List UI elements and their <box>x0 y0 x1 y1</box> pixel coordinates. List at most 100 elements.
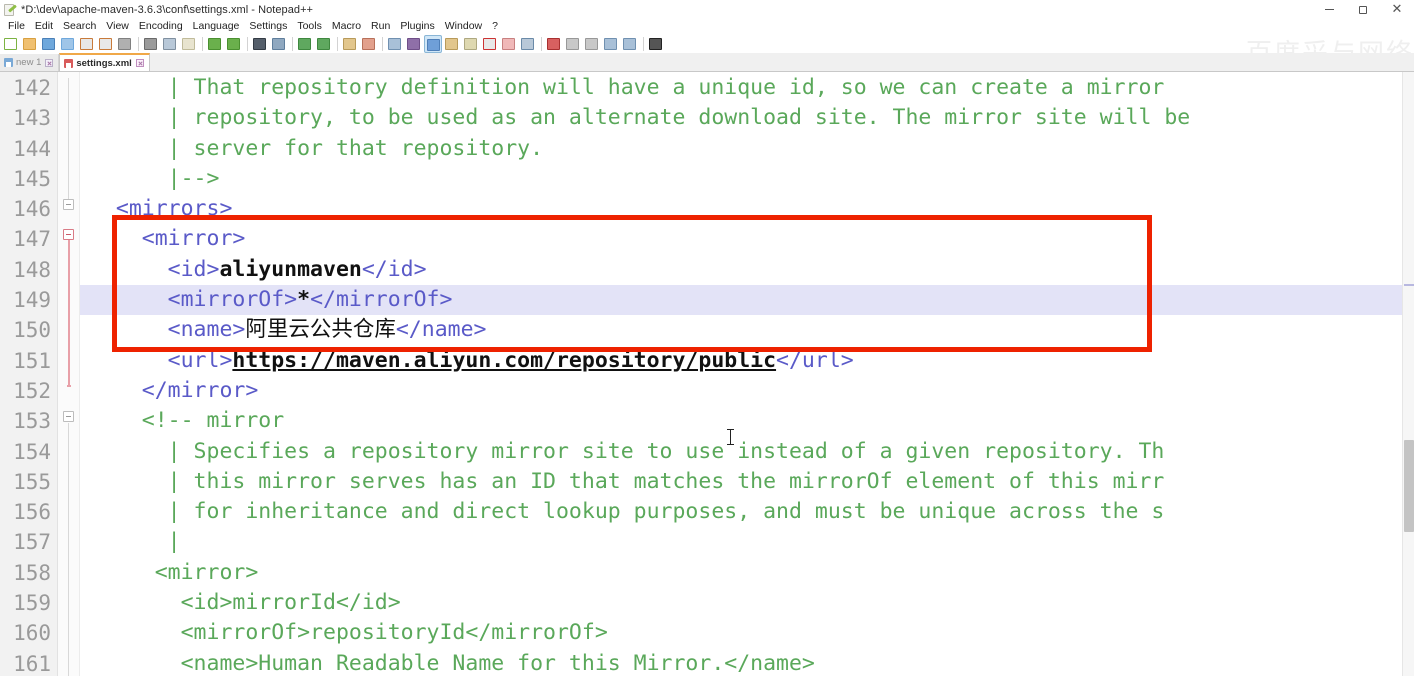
code-line[interactable]: <id>mirrorId</id> <box>80 588 1414 618</box>
code-token-cmt: | Specifies a repository mirror site to … <box>90 438 1165 464</box>
tab-bar: new 1 settings.xml <box>0 53 1414 72</box>
vertical-scrollbar[interactable] <box>1402 72 1414 676</box>
line-number: 145 <box>13 166 51 191</box>
sync-h-scroll-icon[interactable] <box>360 35 378 53</box>
tab-label: settings.xml <box>76 57 132 69</box>
paste-icon[interactable] <box>180 35 198 53</box>
code-token-cmt: | for inheritance and direct lookup purp… <box>90 499 1165 525</box>
code-line[interactable]: <mirror> <box>80 558 1414 588</box>
copy-icon[interactable] <box>161 35 179 53</box>
code-token-tag: <mirror> <box>90 226 246 252</box>
code-line[interactable]: |--> <box>80 164 1414 194</box>
close-button[interactable]: ✕ <box>1380 0 1414 19</box>
code-line[interactable]: <mirrorOf>repositoryId</mirrorOf> <box>80 618 1414 648</box>
code-token-tag: </mirrorOf> <box>310 287 453 313</box>
code-line[interactable]: | That repository definition will have a… <box>80 73 1414 103</box>
record-macro-icon[interactable] <box>545 35 563 53</box>
code-line[interactable]: <mirrors> <box>80 194 1414 224</box>
line-number: 148 <box>13 257 51 282</box>
code-line[interactable]: | Specifies a repository mirror site to … <box>80 437 1414 467</box>
menu-item-edit[interactable]: Edit <box>30 19 58 34</box>
tab-new-1[interactable]: new 1 <box>0 54 60 71</box>
menu-item-search[interactable]: Search <box>58 19 101 34</box>
code-line[interactable]: </mirror> <box>80 376 1414 406</box>
menu-item-settings[interactable]: Settings <box>244 19 292 34</box>
code-view[interactable]: | That repository definition will have a… <box>80 72 1414 676</box>
save-all-icon[interactable] <box>59 35 77 53</box>
code-line[interactable]: <mirror> <box>80 224 1414 254</box>
close-all-icon[interactable] <box>97 35 115 53</box>
stop-macro-icon[interactable] <box>564 35 582 53</box>
new-file-icon[interactable] <box>2 35 20 53</box>
zoom-in-icon[interactable] <box>296 35 314 53</box>
cut-icon[interactable] <box>142 35 160 53</box>
sync-v-scroll-icon[interactable] <box>341 35 359 53</box>
code-line[interactable]: <!-- mirror <box>80 406 1414 436</box>
run-macro-multi-icon[interactable] <box>602 35 620 53</box>
print-icon[interactable] <box>116 35 134 53</box>
open-file-icon[interactable] <box>21 35 39 53</box>
all-chars-icon[interactable] <box>405 35 423 53</box>
undo-icon[interactable] <box>206 35 224 53</box>
code-line[interactable]: | server for that repository. <box>80 134 1414 164</box>
save-state-icon <box>64 58 74 68</box>
replace-icon[interactable] <box>270 35 288 53</box>
maximize-button[interactable] <box>1346 0 1380 19</box>
notepadpp-window: *D:\dev\apache-maven-3.6.3\conf\settings… <box>0 0 1414 676</box>
menu-item-language[interactable]: Language <box>188 19 245 34</box>
code-line[interactable]: <url>https://maven.aliyun.com/repository… <box>80 346 1414 376</box>
monitor-icon[interactable] <box>519 35 537 53</box>
indent-guide-icon[interactable] <box>424 35 442 53</box>
line-number: 154 <box>13 439 51 464</box>
code-line[interactable]: | repository, to be used as an alternate… <box>80 103 1414 133</box>
menu-item-file[interactable]: File <box>3 19 30 34</box>
menu-item-run[interactable]: Run <box>366 19 395 34</box>
function-list-icon[interactable] <box>481 35 499 53</box>
close-tab-icon[interactable] <box>45 58 54 67</box>
scrollbar-marker <box>1404 284 1414 286</box>
run-icon[interactable] <box>647 35 665 53</box>
code-token-tag: <mirrors> <box>90 196 233 222</box>
find-icon[interactable] <box>251 35 269 53</box>
line-number: 152 <box>13 378 51 403</box>
menu-item-plugins[interactable]: Plugins <box>395 19 439 34</box>
line-number: 144 <box>13 136 51 161</box>
word-wrap-icon[interactable] <box>386 35 404 53</box>
zoom-out-icon[interactable] <box>315 35 333 53</box>
play-macro-icon[interactable] <box>583 35 601 53</box>
line-number: 151 <box>13 348 51 373</box>
save-macro-icon[interactable] <box>621 35 639 53</box>
menu-item-view[interactable]: View <box>101 19 134 34</box>
doc-map-icon[interactable] <box>462 35 480 53</box>
user-lang-icon[interactable] <box>443 35 461 53</box>
tab-settings-xml[interactable]: settings.xml <box>59 53 150 71</box>
code-line[interactable]: | for inheritance and direct lookup purp… <box>80 497 1414 527</box>
toolbar-separator <box>541 37 542 51</box>
menu-item-[interactable]: ? <box>487 19 503 34</box>
menu-item-encoding[interactable]: Encoding <box>134 19 188 34</box>
code-line[interactable]: <name>阿里云公共仓库</name> <box>80 315 1414 345</box>
menu-item-macro[interactable]: Macro <box>327 19 366 34</box>
folder-workspace-icon[interactable] <box>500 35 518 53</box>
code-line[interactable]: | this mirror serves has an ID that matc… <box>80 467 1414 497</box>
line-number: 157 <box>13 530 51 555</box>
editor-area: 142 143 144 145 146 147 148 149 150 151 152 153 154 1… <box>0 72 1414 676</box>
scrollbar-thumb[interactable] <box>1404 440 1414 532</box>
menu-item-tools[interactable]: Tools <box>292 19 327 34</box>
code-line[interactable]: | <box>80 527 1414 557</box>
line-number: 160 <box>13 621 51 646</box>
fold-toggle-mirror[interactable] <box>63 229 74 240</box>
code-line[interactable]: <mirrorOf>*</mirrorOf> <box>80 285 1414 316</box>
menu-item-window[interactable]: Window <box>440 19 487 34</box>
close-tab-icon[interactable] <box>135 59 144 67</box>
fold-toggle-mirrors[interactable] <box>63 199 74 210</box>
fold-toggle-comment[interactable] <box>63 411 74 422</box>
save-icon[interactable] <box>40 35 58 53</box>
minimize-button[interactable] <box>1312 0 1346 19</box>
code-token-tag: </mirror> <box>90 377 259 403</box>
code-line[interactable]: <name>Human Readable Name for this Mirro… <box>80 649 1414 676</box>
close-file-icon[interactable] <box>78 35 96 53</box>
code-line[interactable]: <id>aliyunmaven</id> <box>80 255 1414 285</box>
line-number: 142 <box>13 76 51 100</box>
redo-icon[interactable] <box>225 35 243 53</box>
